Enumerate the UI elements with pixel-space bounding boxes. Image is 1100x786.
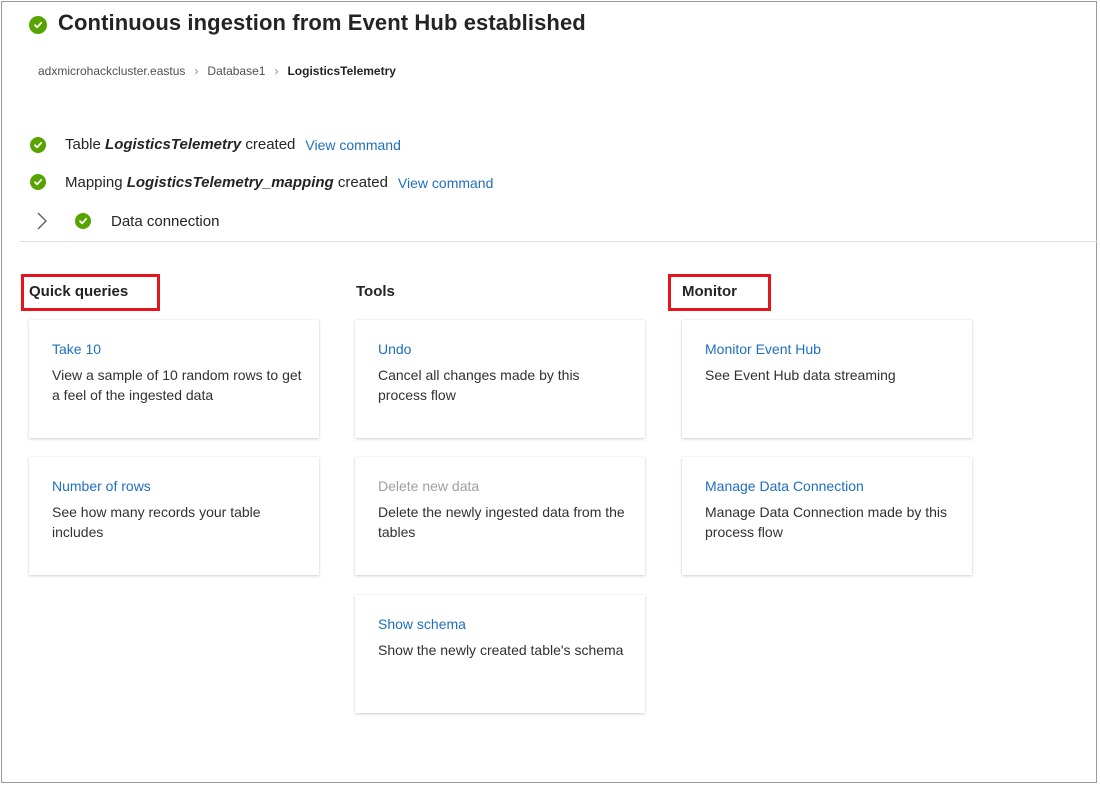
status-mapping-name: LogisticsTelemetry_mapping — [126, 174, 334, 191]
card-number-of-rows[interactable]: Number of rows See how many records your… — [29, 457, 319, 575]
status-mapping-suffix: created — [333, 174, 388, 191]
card-description: See Event Hub data streaming — [705, 367, 896, 383]
card-title-disabled: Delete new data — [378, 478, 480, 494]
status-table-prefix: Table — [65, 136, 106, 153]
card-description: Delete the newly ingested data from the … — [378, 504, 625, 540]
status-table-created: Table LogisticsTelemetry created View co… — [65, 136, 401, 153]
view-command-link-mapping[interactable]: View command — [398, 175, 493, 191]
status-table-suffix: created — [241, 136, 296, 153]
card-manage-data-connection[interactable]: Manage Data Connection Manage Data Conne… — [682, 457, 972, 575]
card-title[interactable]: Number of rows — [52, 478, 151, 494]
card-show-schema[interactable]: Show schema Show the newly created table… — [355, 595, 645, 713]
card-undo[interactable]: Undo Cancel all changes made by this pro… — [355, 320, 645, 438]
card-description: Cancel all changes made by this process … — [378, 367, 580, 403]
card-description: View a sample of 10 random rows to get a… — [52, 367, 302, 403]
chevron-right-icon: › — [194, 64, 199, 78]
success-check-icon — [29, 16, 47, 34]
breadcrumb-item-cluster[interactable]: adxmicrohackcluster.eastus — [38, 64, 185, 78]
card-monitor-event-hub[interactable]: Monitor Event Hub See Event Hub data str… — [682, 320, 972, 438]
page-title: Continuous ingestion from Event Hub esta… — [58, 10, 586, 35]
card-delete-new-data: Delete new data Delete the newly ingeste… — [355, 457, 645, 575]
breadcrumb-item-database[interactable]: Database1 — [207, 64, 265, 78]
success-check-icon — [30, 174, 46, 190]
section-title-quick-queries: Quick queries — [29, 283, 129, 300]
chevron-right-icon: › — [274, 64, 279, 78]
card-title[interactable]: Manage Data Connection — [705, 478, 864, 494]
breadcrumb-item-table: LogisticsTelemetry — [287, 64, 396, 78]
divider — [20, 241, 1098, 242]
card-description: See how many records your table includes — [52, 504, 261, 540]
card-take-10[interactable]: Take 10 View a sample of 10 random rows … — [29, 320, 319, 438]
section-title-tools: Tools — [356, 283, 395, 300]
card-title[interactable]: Show schema — [378, 616, 466, 632]
card-description: Manage Data Connection made by this proc… — [705, 504, 948, 540]
data-connection-label: Data connection — [111, 213, 220, 230]
card-title[interactable]: Undo — [378, 341, 411, 357]
status-table-name: LogisticsTelemetry — [105, 136, 242, 153]
chevron-right-icon[interactable] — [34, 211, 50, 231]
status-mapping-prefix: Mapping — [65, 174, 127, 191]
success-check-icon — [75, 213, 91, 229]
card-title[interactable]: Take 10 — [52, 341, 101, 357]
card-description: Show the newly created table's schema — [378, 642, 624, 658]
status-mapping-created: Mapping LogisticsTelemetry_mapping creat… — [65, 174, 493, 191]
success-check-icon — [30, 137, 46, 153]
breadcrumb: adxmicrohackcluster.eastus › Database1 ›… — [38, 64, 396, 78]
view-command-link-table[interactable]: View command — [305, 137, 400, 153]
status-data-connection[interactable]: Data connection — [111, 213, 219, 230]
card-title[interactable]: Monitor Event Hub — [705, 341, 821, 357]
section-title-monitor: Monitor — [682, 283, 737, 300]
